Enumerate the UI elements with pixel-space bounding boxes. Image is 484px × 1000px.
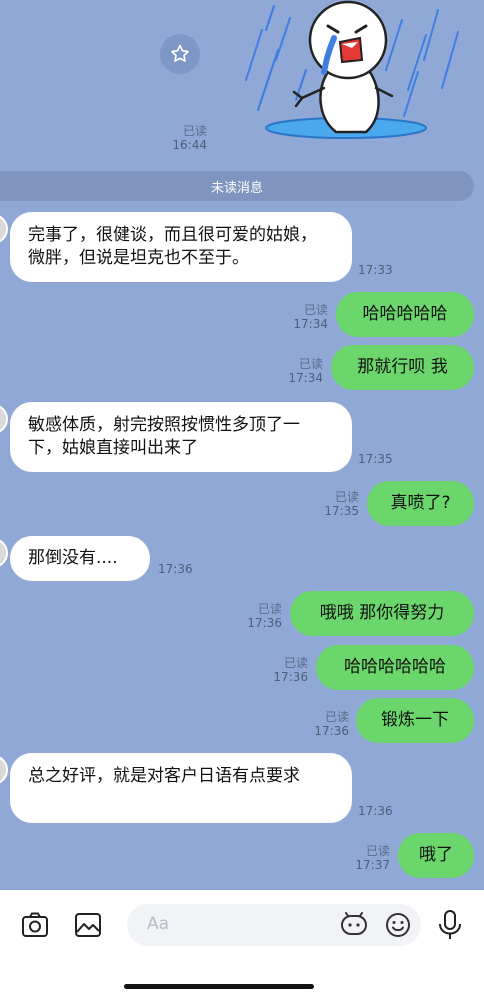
read-status: 已读 — [365, 844, 390, 858]
message-time: 17:35 — [358, 452, 393, 466]
emoji-button[interactable] — [383, 911, 413, 939]
contact-avatar[interactable] — [0, 214, 8, 244]
message-text: 敏感体质，射完按照按惯性多顶了一下，姑娘直接叫出来了 — [28, 415, 300, 458]
incoming-message-bubble[interactable]: 完事了，很健谈，而且很可爱的姑娘，微胖，但说是坦克也不至于。 — [10, 212, 352, 282]
message-text: 那就行呗 我 — [357, 357, 448, 377]
message-text: 哦哦 那你得努力 — [319, 603, 445, 623]
outgoing-message-bubble[interactable]: 那就行呗 我 — [331, 345, 474, 390]
read-status: 已读 — [324, 710, 349, 724]
favorite-sticker-button[interactable] — [160, 34, 200, 74]
gallery-button[interactable] — [69, 906, 107, 944]
message-text: 锻炼一下 — [381, 710, 449, 730]
read-receipt: 已读 17:37 — [355, 844, 390, 872]
message-time: 17:37 — [355, 858, 390, 872]
message-input[interactable]: Aa — [127, 904, 421, 946]
read-receipt: 已读 17:34 — [288, 357, 323, 385]
sticker-button[interactable] — [339, 911, 369, 939]
message-time: 17:36 — [358, 804, 393, 818]
message-time: 17:33 — [358, 263, 393, 277]
image-icon — [75, 913, 101, 937]
crying-sticker-image[interactable] — [236, 0, 476, 150]
message-time: 17:36 — [273, 670, 308, 684]
message-time: 16:44 — [172, 138, 207, 152]
read-status: 已读 — [298, 357, 323, 371]
message-text: 哈哈哈哈哈 — [362, 304, 448, 324]
outgoing-message-bubble[interactable]: 哈哈哈哈哈哈 — [316, 645, 474, 690]
read-status: 已读 — [257, 602, 282, 616]
unread-divider-label: 未读消息 — [210, 180, 263, 196]
read-receipt: 已读 17:36 — [247, 602, 282, 630]
message-text: 完事了，很健谈，而且很可爱的姑娘，微胖，但说是坦克也不至于。 — [28, 225, 317, 268]
camera-icon — [22, 912, 48, 937]
contact-avatar[interactable] — [0, 538, 8, 568]
message-text: 真喷了? — [390, 493, 451, 513]
message-time: 17:35 — [324, 504, 359, 518]
message-text: 那倒没有.... — [28, 548, 118, 568]
read-status: 已读 — [334, 490, 359, 504]
read-status: 已读 — [182, 124, 207, 138]
message-text: 哈哈哈哈哈哈 — [344, 657, 446, 677]
incoming-message-bubble[interactable]: 敏感体质，射完按照按惯性多顶了一下，姑娘直接叫出来了 — [10, 402, 352, 472]
emoji-icon — [386, 913, 410, 937]
message-time: 17:36 — [247, 616, 282, 630]
message-time: 17:36 — [314, 724, 349, 738]
read-status: 已读 — [303, 303, 328, 317]
chat-screen: 已读 16:44 未读消息 完事了，很健谈，而且很可爱的姑娘，微胖，但说是坦克也… — [0, 0, 484, 1000]
read-receipt: 已读 17:35 — [324, 490, 359, 518]
home-indicator — [124, 984, 314, 989]
message-time: 17:34 — [293, 317, 328, 331]
read-receipt: 已读 17:34 — [293, 303, 328, 331]
contact-avatar[interactable] — [0, 755, 8, 785]
message-time: 17:34 — [288, 371, 323, 385]
incoming-message-bubble[interactable]: 那倒没有.... — [10, 536, 150, 581]
star-icon — [171, 44, 189, 62]
outgoing-message-bubble[interactable]: 哦了 — [398, 833, 474, 878]
outgoing-message-bubble[interactable]: 哈哈哈哈哈 — [336, 292, 474, 337]
read-receipt: 已读 17:36 — [273, 656, 308, 684]
camera-button[interactable] — [16, 906, 54, 944]
read-status: 已读 — [283, 656, 308, 670]
contact-avatar[interactable] — [0, 404, 8, 434]
outgoing-message-bubble[interactable]: 锻炼一下 — [356, 698, 474, 743]
read-receipt: 已读 17:36 — [314, 710, 349, 738]
sticker-icon — [341, 912, 367, 935]
outgoing-message-bubble[interactable]: 哦哦 那你得努力 — [290, 591, 474, 636]
message-text: 哦了 — [419, 845, 453, 865]
unread-divider: 未读消息 — [0, 171, 474, 201]
message-text: 总之好评，就是对客户日语有点要求 — [28, 766, 300, 786]
microphone-icon — [439, 910, 461, 939]
incoming-message-bubble[interactable]: 总之好评，就是对客户日语有点要求 — [10, 753, 352, 823]
voice-message-button[interactable] — [430, 904, 470, 946]
read-receipt: 已读 16:44 — [172, 124, 207, 152]
outgoing-message-bubble[interactable]: 真喷了? — [367, 481, 474, 526]
message-input-placeholder: Aa — [147, 914, 170, 934]
message-time: 17:36 — [158, 562, 193, 576]
